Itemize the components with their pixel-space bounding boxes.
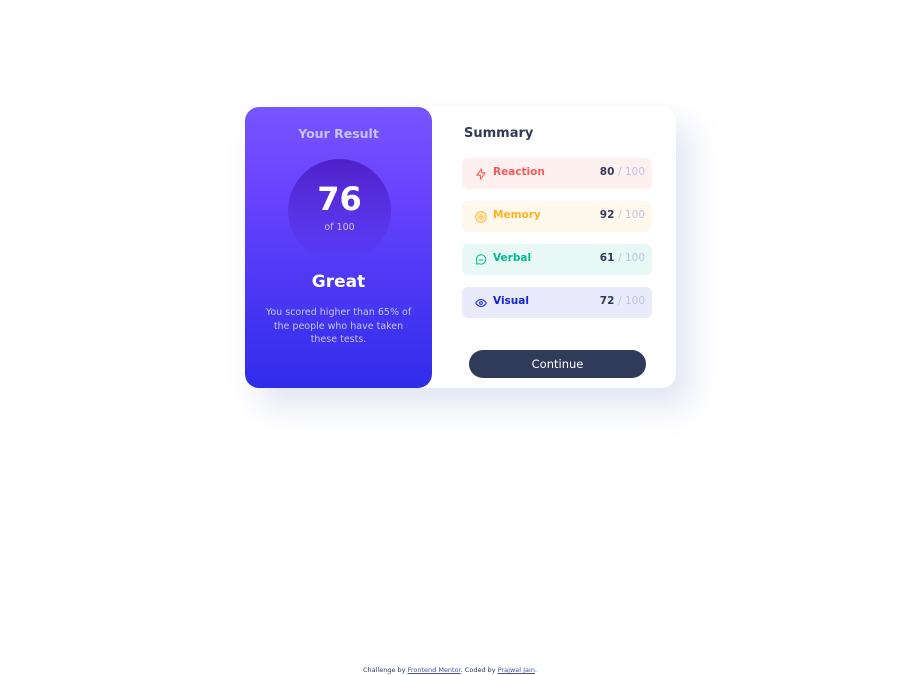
result-panel: Your Result 76 of 100 Great You scored h…	[245, 107, 432, 388]
summary-item-score: 72	[599, 295, 615, 307]
author-link[interactable]: Prajwal Jain	[498, 666, 535, 674]
score-max: of 100	[324, 222, 355, 233]
summary-item-max: / 100	[618, 252, 645, 264]
summary-item-max: / 100	[618, 209, 645, 221]
summary-item-score: 61	[599, 252, 615, 264]
eye-icon	[474, 295, 488, 309]
results-card: Your Result 76 of 100 Great You scored h…	[245, 107, 676, 388]
summary-item-max: / 100	[618, 295, 645, 307]
summary-item-value: 72 / 100	[600, 295, 645, 307]
attribution-footer: Challenge by Frontend Mentor. Coded by P…	[0, 666, 900, 674]
score-value: 76	[317, 180, 362, 218]
brain-icon	[474, 209, 488, 223]
summary-panel: Summary Reaction 80 / 100 Memory 92 / 10…	[432, 107, 676, 388]
summary-item-score: 80	[599, 166, 615, 178]
summary-item-label: Reaction	[493, 166, 545, 178]
frontend-mentor-link[interactable]: Frontend Mentor	[408, 666, 461, 674]
summary-item-max: / 100	[618, 166, 645, 178]
summary-item-value: 92 / 100	[600, 209, 645, 221]
grade-heading: Great	[311, 272, 366, 292]
score-circle: 76 of 100	[288, 159, 391, 262]
chat-bubble-icon	[474, 252, 488, 266]
summary-item-verbal: Verbal 61 / 100	[462, 244, 652, 275]
summary-title: Summary	[464, 126, 534, 141]
summary-item-visual: Visual 72 / 100	[462, 287, 652, 318]
summary-item-label: Visual	[493, 295, 529, 307]
summary-item-value: 61 / 100	[600, 252, 645, 264]
summary-item-value: 80 / 100	[600, 166, 645, 178]
continue-button[interactable]: Continue	[469, 350, 646, 378]
attribution-middle: . Coded by	[460, 666, 496, 674]
summary-item-label: Memory	[493, 209, 541, 221]
attribution-prefix: Challenge by	[362, 666, 406, 674]
lightning-icon	[474, 166, 488, 180]
grade-description: You scored higher than 65% of the people…	[265, 307, 412, 345]
result-title: Your Result	[298, 126, 379, 141]
summary-item-label: Verbal	[493, 252, 532, 264]
summary-item-score: 92	[599, 209, 615, 221]
summary-item-memory: Memory 92 / 100	[462, 201, 652, 232]
attribution-suffix: .	[534, 666, 538, 674]
summary-item-reaction: Reaction 80 / 100	[462, 158, 652, 189]
